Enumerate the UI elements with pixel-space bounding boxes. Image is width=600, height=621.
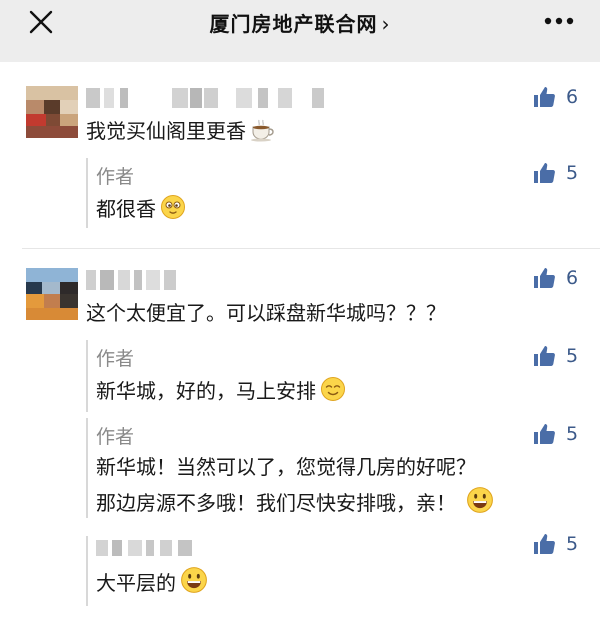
like-count: 6 (566, 86, 579, 108)
avatar[interactable] (26, 86, 78, 138)
comment-text: 这个太便宜了。可以踩盘新华城吗？？？ (86, 301, 446, 325)
like-button[interactable]: 6 (532, 264, 578, 292)
comment-divider (22, 248, 600, 249)
reply-body: 那边房源不多哦！我们尽快安排哦，亲！ (96, 491, 456, 515)
like-count: 5 (566, 533, 579, 555)
reply-author: 作者 (96, 166, 135, 188)
reply-bar (86, 536, 88, 606)
thumbs-up-icon (534, 346, 555, 366)
reply-author: 作者 (96, 348, 135, 370)
reply-bar (86, 158, 88, 228)
reply-bar (86, 418, 88, 518)
like-button[interactable]: 5 (532, 530, 578, 558)
comment-body: 我觉买仙阁里更香 (86, 119, 246, 143)
like-button[interactable]: 5 (532, 159, 578, 187)
reply-body: 大平层的 (96, 571, 176, 595)
reply-body: 都很香 (96, 197, 156, 221)
reply-text: 新华城，好的，马上安排 (96, 376, 346, 404)
like-count: 5 (566, 345, 579, 367)
reply-bar (86, 340, 88, 412)
reply-author-name (96, 540, 206, 556)
reply-text-line-1: 新华城！当然可以了，您觉得几房的好呢？ (96, 455, 476, 479)
relieved-face-icon (321, 377, 345, 401)
comments-card: 6 我觉买仙阁里更香 作者 5 都很香 6 这个太便宜了。可以踩盘新华城吗？？？… (0, 62, 600, 621)
coffee-icon (251, 119, 274, 142)
reply-author: 作者 (96, 426, 135, 448)
like-count: 5 (566, 423, 579, 445)
thumbs-up-icon (534, 163, 555, 183)
reply-text: 都很香 (96, 194, 186, 222)
top-bar: 厦门房地产联合网 › (0, 0, 600, 46)
thumbs-up-icon (534, 268, 555, 288)
thumbs-up-icon (534, 534, 555, 554)
like-button[interactable]: 6 (532, 83, 578, 111)
like-count: 6 (566, 267, 579, 289)
like-count: 5 (566, 162, 579, 184)
reply-text-line-2: 那边房源不多哦！我们尽快安排哦，亲！ (96, 486, 494, 516)
avatar[interactable] (26, 268, 78, 320)
thumbs-up-icon (534, 424, 555, 444)
comment-text: 我觉买仙阁里更香 (86, 118, 276, 144)
page-title[interactable]: 厦门房地产联合网 › (0, 8, 600, 37)
grin-face-icon (467, 487, 493, 513)
chevron-right-icon: › (381, 12, 391, 36)
commenter-name (86, 270, 182, 290)
reply-text: 大平层的 (96, 566, 208, 596)
more-icon[interactable] (544, 14, 574, 28)
reply-body: 新华城，好的，马上安排 (96, 379, 316, 403)
grin-face-icon (181, 567, 207, 593)
commenter-name (86, 88, 326, 108)
like-button[interactable]: 5 (532, 342, 578, 370)
page-title-text: 厦门房地产联合网 (209, 12, 378, 36)
like-button[interactable]: 5 (532, 420, 578, 448)
drooling-face-icon (161, 195, 185, 219)
thumbs-up-icon (534, 87, 555, 107)
